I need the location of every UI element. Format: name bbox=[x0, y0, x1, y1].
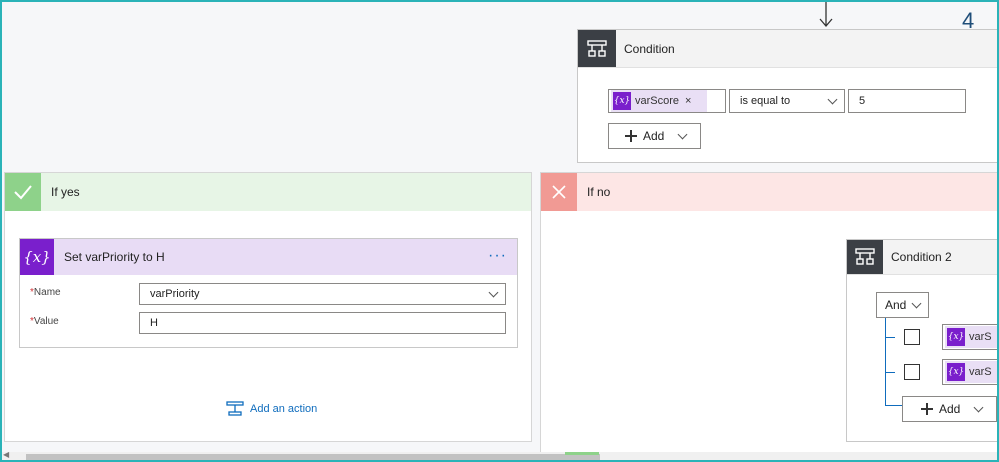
if-yes-title: If yes bbox=[51, 185, 80, 199]
value-input[interactable]: H bbox=[139, 312, 506, 334]
condition-2-header[interactable]: Condition 2 bbox=[847, 240, 999, 275]
row-checkbox[interactable] bbox=[904, 329, 920, 345]
name-label: Name bbox=[33, 287, 61, 298]
condition-2-operand[interactable]: {x} varS bbox=[942, 359, 999, 385]
condition-header[interactable]: Condition bbox=[578, 30, 999, 68]
chevron-down-icon bbox=[827, 94, 838, 105]
tree-line-vertical bbox=[885, 318, 886, 405]
close-icon bbox=[541, 173, 577, 211]
token-label: varS bbox=[969, 366, 992, 378]
tree-line-branch bbox=[885, 372, 895, 373]
condition-icon bbox=[578, 30, 616, 67]
set-variable-header[interactable]: {x} Set varPriority to H ··· bbox=[20, 239, 517, 275]
condition-value: 5 bbox=[859, 95, 866, 107]
name-field-label: *Name bbox=[30, 287, 61, 298]
condition-icon bbox=[847, 240, 883, 274]
group-operator-value: And bbox=[885, 298, 907, 312]
plus-icon bbox=[921, 403, 933, 415]
add-action-icon bbox=[226, 401, 244, 416]
value-value: H bbox=[150, 317, 158, 329]
condition-2-card: Condition 2 And {x} varS {x} varS Add bbox=[846, 239, 999, 442]
tree-line-branch bbox=[885, 337, 895, 338]
operator-dropdown[interactable]: is equal to bbox=[729, 89, 845, 113]
add-an-action-label: Add an action bbox=[250, 403, 318, 415]
scrollbar-thumb[interactable] bbox=[26, 454, 600, 460]
token-label: varS bbox=[969, 331, 992, 343]
condition-add-button[interactable]: Add bbox=[608, 123, 701, 149]
variable-icon: {x} bbox=[947, 363, 965, 381]
checkmark-icon bbox=[5, 173, 41, 211]
set-variable-title: Set varPriority to H bbox=[64, 250, 165, 264]
connector-arrow-icon bbox=[818, 0, 834, 28]
add-label: Add bbox=[939, 402, 961, 416]
if-no-title: If no bbox=[587, 185, 611, 199]
scrollbar-marker bbox=[565, 452, 599, 455]
condition-title: Condition bbox=[624, 41, 675, 56]
name-value: varPriority bbox=[150, 288, 200, 300]
chevron-down-icon bbox=[973, 402, 984, 413]
ellipsis-icon[interactable]: ··· bbox=[488, 247, 507, 265]
scroll-left-arrow-icon[interactable]: ◀ bbox=[3, 450, 9, 459]
variable-icon: {x} bbox=[947, 328, 965, 346]
add-an-action-link[interactable]: Add an action bbox=[225, 399, 317, 419]
if-yes-header[interactable]: If yes bbox=[5, 173, 531, 211]
varscore-token[interactable]: {x} varScore × bbox=[611, 90, 707, 112]
plus-icon bbox=[625, 130, 637, 142]
variable-token[interactable]: {x} varS bbox=[945, 361, 999, 383]
condition-card: Condition {x} varScore × is equal to 5 A… bbox=[577, 29, 999, 163]
condition-left-operand[interactable]: {x} varScore × bbox=[608, 89, 726, 113]
set-variable-action-card: {x} Set varPriority to H ··· *Name varPr… bbox=[19, 238, 518, 348]
name-dropdown[interactable]: varPriority bbox=[139, 283, 506, 305]
condition-value-input[interactable]: 5 bbox=[848, 89, 966, 113]
remove-token-icon[interactable]: × bbox=[685, 95, 691, 107]
variable-icon: {x} bbox=[613, 92, 631, 110]
row-checkbox[interactable] bbox=[904, 364, 920, 380]
chevron-down-icon bbox=[677, 129, 688, 140]
value-field-label: *Value bbox=[30, 316, 59, 327]
condition-2-operand[interactable]: {x} varS bbox=[942, 324, 999, 350]
chevron-down-icon bbox=[911, 298, 922, 309]
if-no-header[interactable]: If no bbox=[541, 173, 999, 211]
add-label: Add bbox=[643, 129, 665, 143]
if-no-branch: If no Condition 2 And {x} varS {x} varS … bbox=[540, 172, 999, 462]
horizontal-scrollbar[interactable]: ◀ bbox=[0, 450, 999, 462]
if-yes-branch: If yes {x} Set varPriority to H ··· *Nam… bbox=[4, 172, 532, 442]
group-operator-dropdown[interactable]: And bbox=[876, 292, 929, 318]
condition-2-add-button[interactable]: Add bbox=[902, 396, 997, 422]
variable-token[interactable]: {x} varS bbox=[945, 326, 999, 348]
chevron-down-icon bbox=[488, 287, 499, 298]
tree-line-branch bbox=[885, 405, 902, 406]
value-label: Value bbox=[33, 316, 59, 327]
operator-value: is equal to bbox=[740, 95, 791, 107]
condition-2-title: Condition 2 bbox=[891, 250, 952, 264]
variable-icon: {x} bbox=[20, 239, 54, 275]
token-label: varScore bbox=[635, 95, 680, 107]
